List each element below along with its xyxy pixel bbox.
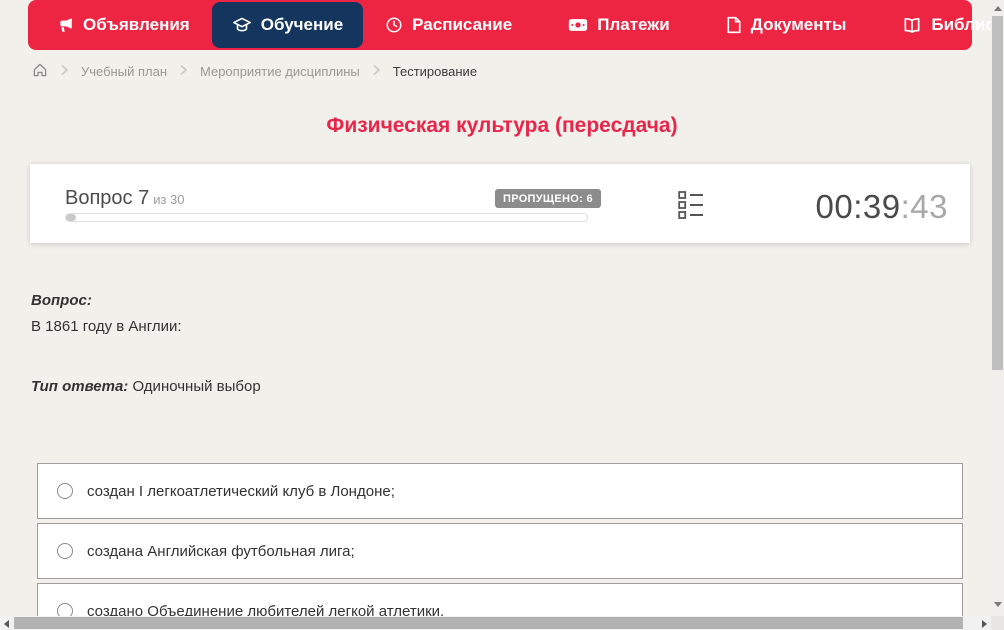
megaphone-icon [56,16,74,34]
answer-type-row: Тип ответа: Одиночный выбор [31,378,261,395]
answer-option-label: создан I легкоатлетический клуб в Лондон… [87,482,395,500]
scroll-up-arrow-icon[interactable] [993,6,1002,11]
radio-button[interactable] [57,543,73,559]
breadcrumb-item-discipline-event[interactable]: Мероприятие дисциплины [200,64,360,79]
breadcrumb-item-testing: Тестирование [392,64,478,79]
nav-item-announcements[interactable]: Объявления [36,2,210,48]
breadcrumb-separator-icon [372,64,381,79]
answer-option-1[interactable]: создан I легкоатлетический клуб в Лондон… [37,463,963,519]
horizontal-scrollbar[interactable] [0,616,991,630]
answer-option-2[interactable]: создана Английская футбольная лига; [37,523,963,579]
vertical-scrollbar-thumb[interactable] [992,16,1003,370]
nav-item-label: Расписание [412,15,513,34]
clock-icon [385,16,403,34]
scroll-down-arrow-icon[interactable] [993,602,1002,607]
question-counter: Вопрос 7 из 30 [65,187,185,210]
open-book-icon [902,17,922,34]
nav-item-documents[interactable]: Документы [706,2,867,48]
breadcrumb-item-study-plan[interactable]: Учебный план [81,64,167,79]
progress-fill [66,214,77,221]
question-number: Вопрос 7 [65,187,150,209]
progress-bar [65,213,588,222]
answer-type-value: Одиночный выбор [132,378,261,395]
home-icon[interactable] [32,62,48,81]
question-header-card: Вопрос 7 из 30 ПРОПУЩЕНО: 6 00:39:43 [30,164,970,243]
nav-item-learning[interactable]: Обучение [211,2,364,48]
scrollbar-corner [991,616,1004,630]
answer-type-label: Тип ответа: [31,378,129,395]
nav-item-label: Платежи [597,15,670,34]
quiz-page: Объявления Обучение Расписание Платежи Д… [0,0,1004,630]
scroll-left-arrow-icon[interactable] [4,619,9,628]
top-navbar: Объявления Обучение Расписание Платежи Д… [28,0,1004,50]
radio-button[interactable] [57,483,73,499]
skipped-badge: ПРОПУЩЕНО: 6 [495,189,601,208]
banknote-icon [568,17,588,33]
vertical-scrollbar[interactable] [991,0,1004,616]
graduation-cap-icon [232,16,252,34]
nav-item-label: Обучение [260,15,344,34]
scroll-right-arrow-icon[interactable] [982,619,987,628]
breadcrumb: Учебный план Мероприятие дисциплины Тест… [32,62,477,81]
timer-seconds: :43 [900,188,948,225]
question-total: из 30 [153,192,185,207]
breadcrumb-separator-icon [60,64,69,79]
answer-option-label: создана Английская футбольная лига; [87,542,355,560]
question-text: В 1861 году в Англии: [31,318,182,335]
timer-main: 00:39 [815,188,901,225]
breadcrumb-separator-icon [179,64,188,79]
nav-item-library[interactable]: Библиотека [882,2,1004,48]
answer-options: создан I легкоатлетический клуб в Лондон… [37,463,963,630]
timer: 00:39:43 [816,188,948,226]
page-title: Физическая культура (пересдача) [326,114,678,137]
document-icon [726,16,742,34]
nav-item-label: Объявления [83,15,190,34]
horizontal-scrollbar-thumb[interactable] [14,617,963,629]
nav-item-label: Документы [750,15,847,34]
question-list-icon[interactable] [678,189,704,226]
nav-item-payments[interactable]: Платежи [548,2,690,48]
question-heading: Вопрос: [31,292,92,309]
nav-item-schedule[interactable]: Расписание [365,2,532,48]
